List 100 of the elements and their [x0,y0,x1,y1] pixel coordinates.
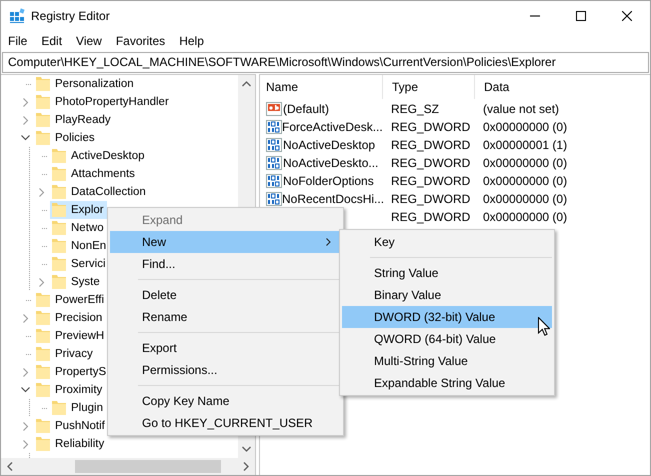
context-menu-item[interactable]: Find... [110,253,341,275]
tree-item[interactable]: Syste [50,273,103,291]
folder-icon [52,238,66,254]
folder-icon [52,166,66,182]
context-menu-item[interactable]: Export [110,337,341,359]
binary-value-icon [266,137,282,153]
folder-icon [36,310,50,326]
submenu-item[interactable]: Key [342,231,552,253]
chevron-right-icon[interactable] [38,188,44,196]
tree-item[interactable]: DataCollection [50,183,149,201]
chevron-right-icon[interactable] [22,368,28,376]
folder-icon [52,202,66,218]
tree-item[interactable]: Plugin [50,399,106,417]
folder-icon [52,274,66,290]
tree-item[interactable]: PlayReady [34,111,114,129]
submenu-item[interactable]: QWORD (64-bit) Value [342,328,552,350]
tree-item[interactable]: PropertyS [34,363,110,381]
value-data: 0x00000000 (0) [482,173,568,190]
tree-item[interactable]: PhotoPropertyHandler [34,93,172,111]
tree-item[interactable]: Attachments [50,165,138,183]
value-data: (value not set) [482,101,560,118]
chevron-right-icon[interactable] [38,278,44,286]
value-data: 0x00000001 (1) [482,137,568,154]
value-type: REG_DWORD [390,137,472,154]
scroll-right-icon[interactable] [243,462,249,471]
chevron-down-icon[interactable] [21,387,30,393]
context-menu-item[interactable]: Copy Key Name [110,390,341,412]
folder-icon [52,220,66,236]
address-field[interactable]: Computer\HKEY_LOCAL_MACHINE\SOFTWARE\Microsoft\Windows\CurrentVersion\Policies\Explorer [2,52,649,73]
tree-item[interactable]: Netwo [50,219,107,237]
column-header[interactable]: Name [260,75,382,99]
chevron-down-icon[interactable] [21,135,30,141]
tree-item[interactable]: PushNotif [34,417,108,435]
folder-icon [52,400,66,416]
submenu-item[interactable]: Binary Value [342,284,552,306]
value-type: REG_DWORD [390,155,472,172]
tree-item[interactable]: Explor [50,201,107,219]
tree-item[interactable]: Servici [50,255,109,273]
value-type: REG_DWORD [390,173,472,190]
tree-item[interactable]: Precision [34,309,106,327]
tree-item[interactable]: Personalization [34,75,137,93]
scroll-left-icon[interactable] [7,462,13,471]
value-data: 0x00000000 (0) [482,119,568,136]
value-name[interactable]: NoFolderOptions [283,174,374,188]
chevron-right-icon[interactable] [22,440,28,448]
submenu-item[interactable]: Expandable String Value [342,372,552,394]
chevron-right-icon[interactable] [22,98,28,106]
chevron-right-icon[interactable] [22,314,28,322]
chevron-right-icon[interactable] [22,116,28,124]
column-header[interactable]: Data [474,75,510,99]
context-menu-item[interactable]: Delete [110,284,341,306]
tree-item[interactable]: Policies [34,129,98,147]
value-type: REG_SZ [390,101,440,118]
menu-item[interactable]: View [70,34,110,48]
tree-item[interactable]: PowerEffi [34,291,108,309]
binary-value-icon [266,173,282,189]
binary-value-icon [266,119,282,135]
folder-icon [36,94,50,110]
folder-icon [52,256,66,272]
value-name[interactable]: NoActiveDeskto... [283,156,378,170]
tree-item[interactable]: PreviewH [34,327,108,345]
horizontal-scrollbar[interactable] [1,458,255,475]
tree-item[interactable]: NonEn [50,237,110,255]
value-type: REG_DWORD [390,209,472,226]
folder-icon [36,76,50,92]
binary-value-icon [266,155,282,171]
scroll-down-icon[interactable] [242,446,251,452]
folder-icon [36,328,50,344]
chevron-right-icon[interactable] [22,422,28,430]
tree-item[interactable]: Proximity [34,381,106,399]
menu-item[interactable]: Help [173,34,212,48]
folder-icon [36,382,50,398]
value-name[interactable]: NoActiveDesktop [283,138,376,152]
tree-item[interactable]: Privacy [34,345,96,363]
menu-item[interactable]: Favorites [110,34,174,48]
value-name[interactable]: NoRecentDocsHi... [282,192,384,206]
column-header[interactable]: Type [382,75,474,99]
value-name[interactable]: ForceActiveDesk... [282,120,383,134]
submenu-item[interactable]: DWORD (32-bit) Value [342,306,552,328]
value-type: REG_DWORD [390,119,472,136]
value-type: REG_DWORD [390,191,472,208]
tree-item[interactable]: ActiveDesktop [50,147,148,165]
menu-item[interactable]: File [2,34,36,48]
tree-item[interactable]: Reliability [34,435,108,453]
scroll-up-icon[interactable] [242,81,251,87]
menu-item[interactable]: Edit [35,34,70,48]
submenu-item[interactable]: Multi-String Value [342,350,552,372]
context-menu-item[interactable]: Go to HKEY_CURRENT_USER [110,412,341,434]
string-value-icon [266,101,282,117]
context-menu-item[interactable]: Permissions... [110,359,341,381]
submenu-item[interactable]: String Value [342,262,552,284]
value-name[interactable]: (Default) [283,102,330,116]
binary-value-icon [266,191,282,207]
folder-icon [52,184,66,200]
context-menu-item[interactable]: Rename [110,306,341,328]
folder-icon [36,418,50,434]
context-menu-item[interactable]: New [110,231,341,253]
folder-icon [36,292,50,308]
value-data: 0x00000000 (0) [482,209,568,226]
scrollbar-thumb[interactable] [75,460,221,473]
